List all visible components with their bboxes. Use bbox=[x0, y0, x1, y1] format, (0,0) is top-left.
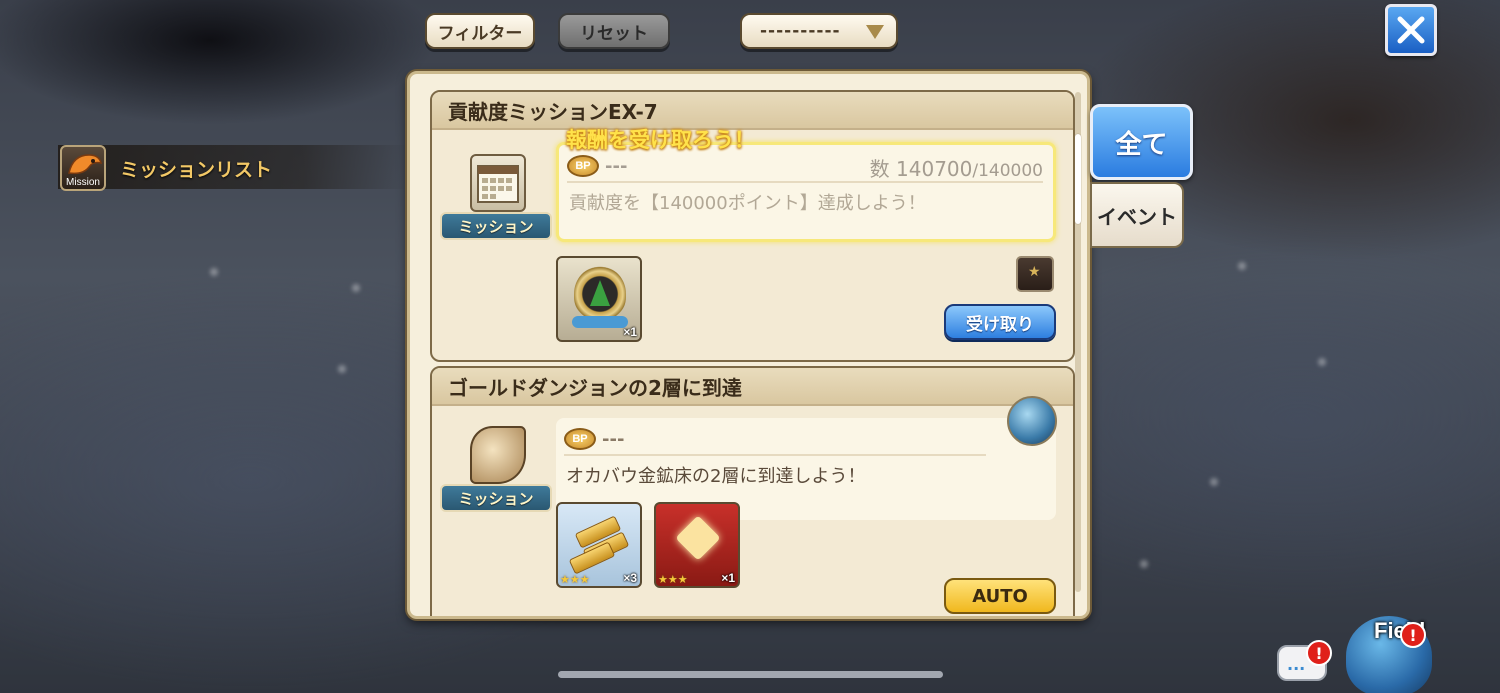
star-book-icon[interactable]: ★ bbox=[1016, 256, 1054, 292]
mission-list-title: ミッションリスト bbox=[120, 159, 273, 181]
mission-description: オカバウ金鉱床の2層に到達しよう！ bbox=[566, 466, 866, 487]
count-prefix: 数 bbox=[869, 157, 890, 181]
filter-button[interactable]: フィルター bbox=[425, 13, 535, 49]
mission-badge-label: ミッション bbox=[440, 484, 552, 512]
chat-alert-icon: ! bbox=[1306, 640, 1332, 666]
horn-icon bbox=[470, 426, 526, 484]
snowflake bbox=[1238, 262, 1246, 270]
bp-value: --- bbox=[602, 428, 625, 450]
snowflake bbox=[210, 268, 218, 276]
bp-icon: BP bbox=[567, 155, 599, 177]
count-current: 140700 bbox=[896, 157, 973, 181]
claim-reward-message: 報酬を受け取ろう！ bbox=[566, 128, 755, 152]
tab-event[interactable]: イベント bbox=[1090, 182, 1184, 248]
close-button[interactable] bbox=[1385, 4, 1437, 56]
creature-icon bbox=[1007, 396, 1057, 446]
sparkle-crystal-icon bbox=[675, 515, 721, 561]
reward-item[interactable]: ×1 bbox=[556, 256, 642, 342]
reward-item[interactable]: ★★★ ×1 bbox=[654, 502, 740, 588]
chevron-down-icon bbox=[866, 25, 884, 39]
reward-stars: ★★★ bbox=[560, 573, 590, 586]
chat-dots: ... bbox=[1287, 655, 1306, 674]
reward-count: ×1 bbox=[721, 571, 735, 585]
medal-ribbon bbox=[572, 316, 628, 328]
mission-icon-caption: Mission bbox=[66, 177, 100, 188]
bp-row: BP --- bbox=[567, 153, 627, 179]
auto-button[interactable]: AUTO bbox=[944, 578, 1056, 614]
mission-panel[interactable]: 貢献度ミッションEX-7 ミッション BP --- 数 140700/14000… bbox=[407, 71, 1090, 619]
home-indicator[interactable] bbox=[558, 671, 943, 678]
star-icon: ★ bbox=[1028, 264, 1041, 280]
sort-dropdown-value: ---------- bbox=[760, 21, 841, 41]
mission-description: 貢献度を【140000ポイント】達成しよう！ bbox=[569, 193, 926, 214]
scrollbar-thumb[interactable] bbox=[1075, 134, 1081, 224]
snowflake bbox=[1140, 560, 1148, 568]
reward-count: ×1 bbox=[623, 325, 637, 339]
bp-value: --- bbox=[605, 155, 628, 177]
count-target: /140000 bbox=[972, 161, 1043, 181]
receive-button[interactable]: 受け取り bbox=[944, 304, 1056, 340]
mission-title: ゴールドダンジョンの2層に到達 bbox=[432, 368, 1073, 406]
mission-info: BP --- 数 140700/140000 貢献度を【140000ポイント】達… bbox=[556, 142, 1056, 242]
progress-count: 数 140700/140000 bbox=[870, 153, 1043, 182]
close-icon bbox=[1397, 16, 1425, 44]
sort-dropdown[interactable]: ---------- bbox=[740, 13, 898, 49]
reward-stars: ★★★ bbox=[658, 573, 688, 586]
mission-badge-label: ミッション bbox=[440, 212, 552, 240]
divider bbox=[567, 181, 1043, 183]
field-button[interactable]: Field bbox=[1340, 602, 1448, 693]
snowflake bbox=[352, 284, 360, 292]
snowflake bbox=[1210, 478, 1218, 486]
tree-icon bbox=[590, 280, 610, 306]
mission-card: 貢献度ミッションEX-7 ミッション BP --- 数 140700/14000… bbox=[430, 90, 1075, 362]
divider bbox=[564, 454, 986, 456]
mission-list-header: Mission ミッションリスト bbox=[58, 145, 408, 191]
reward-item[interactable]: ★★★ ×3 bbox=[556, 502, 642, 588]
bp-row: BP --- bbox=[564, 426, 624, 452]
mission-badge: ミッション bbox=[440, 426, 552, 526]
calendar-icon bbox=[470, 154, 526, 212]
mission-badge: ミッション bbox=[440, 154, 552, 254]
field-alert-icon: ! bbox=[1400, 622, 1426, 648]
tab-all[interactable]: 全て bbox=[1090, 104, 1193, 180]
reward-count: ×3 bbox=[623, 571, 637, 585]
snowflake bbox=[338, 365, 346, 373]
mission-list-icon: Mission bbox=[60, 145, 106, 191]
bp-icon: BP bbox=[564, 428, 596, 450]
reset-button[interactable]: リセット bbox=[558, 13, 670, 49]
snowflake bbox=[1318, 358, 1326, 366]
mission-card: ゴールドダンジョンの2層に到達 ミッション BP --- オカバウ金鉱床の2層に… bbox=[430, 366, 1075, 616]
